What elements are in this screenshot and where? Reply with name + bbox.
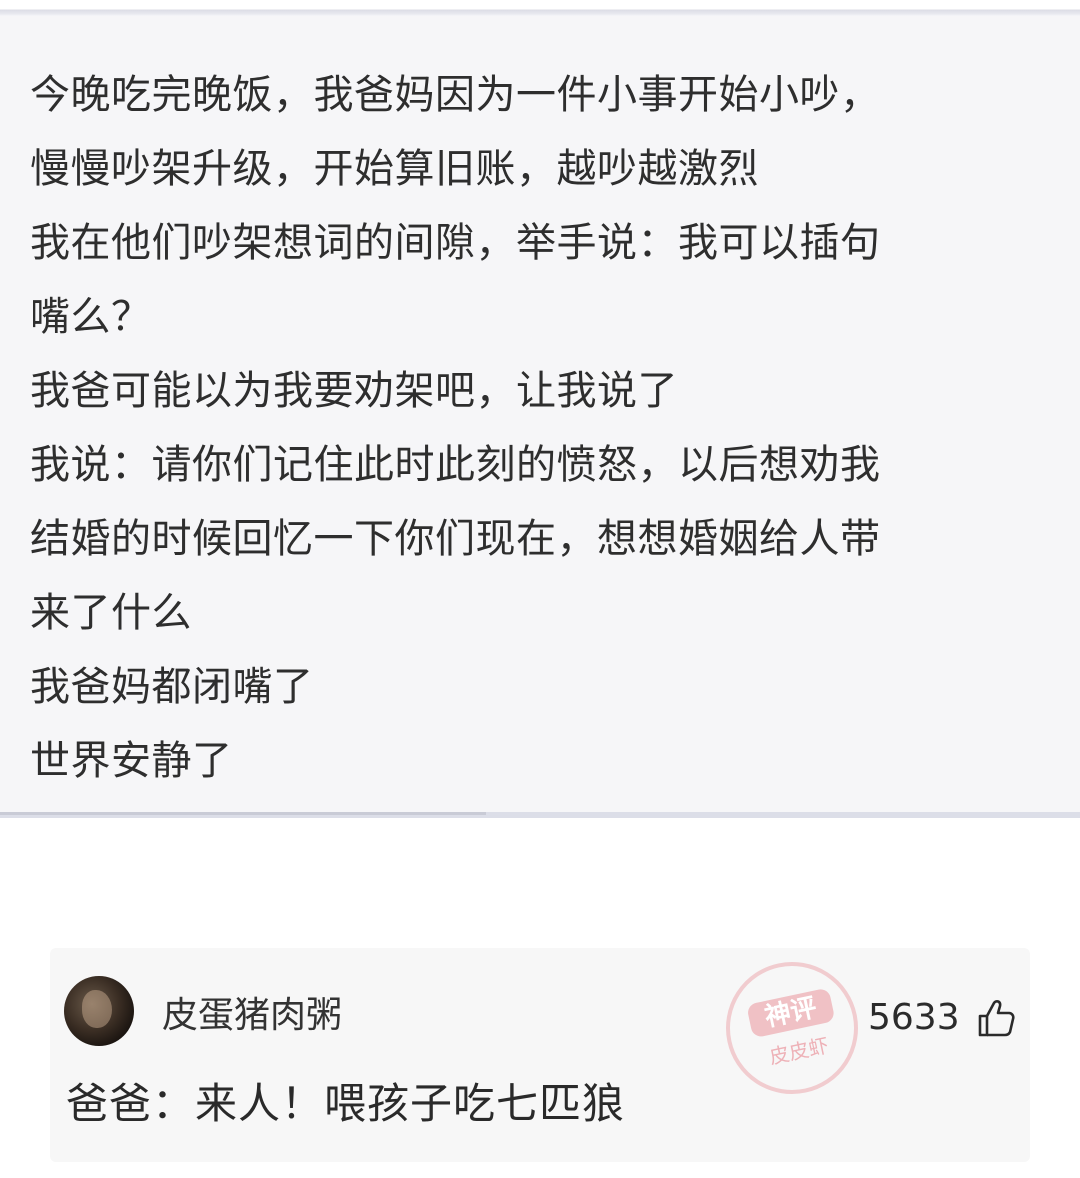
divider-segment <box>0 812 486 815</box>
post-card: 今晚吃完晚饭，我爸妈因为一件小事开始小吵， 慢慢吵架升级，开始算旧账，越吵越激烈… <box>0 16 1080 812</box>
post-line: 我在他们吵架想词的间隙，举手说：我可以插句 <box>30 220 881 266</box>
post-body: 今晚吃完晚饭，我爸妈因为一件小事开始小吵， 慢慢吵架升级，开始算旧账，越吵越激烈… <box>30 58 881 798</box>
post-line: 来了什么 <box>30 590 192 636</box>
top-divider <box>0 0 1080 16</box>
post-line: 慢慢吵架升级，开始算旧账，越吵越激烈 <box>30 146 759 192</box>
like-count: 5633 <box>868 997 960 1038</box>
watermark-top-text: 神评 <box>746 987 836 1039</box>
post-line: 我说：请你们记住此时此刻的愤怒，以后想劝我 <box>30 442 881 488</box>
comment-card: 皮蛋猪肉粥 神评 皮皮虾 5633 爸爸：来人！喂孩子吃七匹狼 <box>50 948 1030 1162</box>
post-line: 结婚的时候回忆一下你们现在，想想婚姻给人带 <box>30 516 881 562</box>
user-avatar[interactable] <box>64 976 134 1046</box>
bottom-divider <box>0 812 1080 818</box>
post-line: 世界安静了 <box>30 738 233 784</box>
post-line: 嘴么？ <box>30 294 152 340</box>
post-line: 我爸可能以为我要劝架吧，让我说了 <box>30 368 678 414</box>
comment-username[interactable]: 皮蛋猪肉粥 <box>162 994 342 1038</box>
post-line: 今晚吃完晚饭，我爸妈因为一件小事开始小吵， <box>30 72 881 118</box>
thumbs-up-icon[interactable] <box>976 998 1016 1038</box>
watermark-stamp: 神评 皮皮虾 <box>713 949 871 1107</box>
comment-text: 爸爸：来人！喂孩子吃七匹狼 <box>66 1079 626 1128</box>
post-line: 我爸妈都闭嘴了 <box>30 664 314 710</box>
